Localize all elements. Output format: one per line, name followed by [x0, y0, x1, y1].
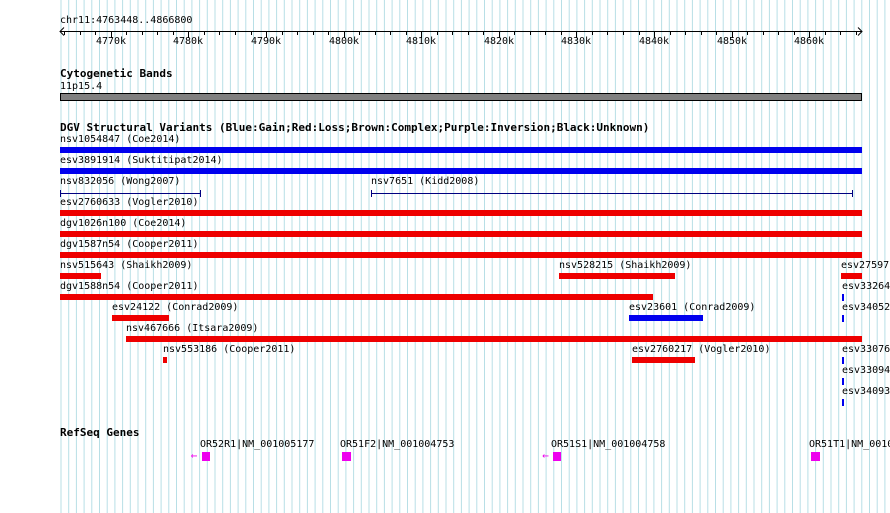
genome-browser-view: chr11:4763448..4866800 4770k 4780k 4790k 48…	[0, 0, 890, 513]
gene-feature[interactable]	[201, 452, 210, 461]
gene-label: OR51S1|NM_001004758	[551, 439, 666, 450]
gene-feature[interactable]	[553, 452, 562, 461]
gene-label: OR52R1|NM_001005177	[200, 439, 315, 450]
refseq-gene-track: OR52R1|NM_001005177 ← OR51F2|NM_001004753 O…	[0, 0, 890, 513]
strand-arrow-icon: ←	[190, 449, 198, 462]
gene-label: OR51T1|NM_00100	[809, 439, 890, 450]
gene-label: OR51F2|NM_001004753	[340, 439, 455, 450]
gene-feature[interactable]	[811, 452, 820, 461]
gene-feature[interactable]	[341, 452, 351, 461]
strand-arrow-icon: ←	[542, 449, 549, 462]
